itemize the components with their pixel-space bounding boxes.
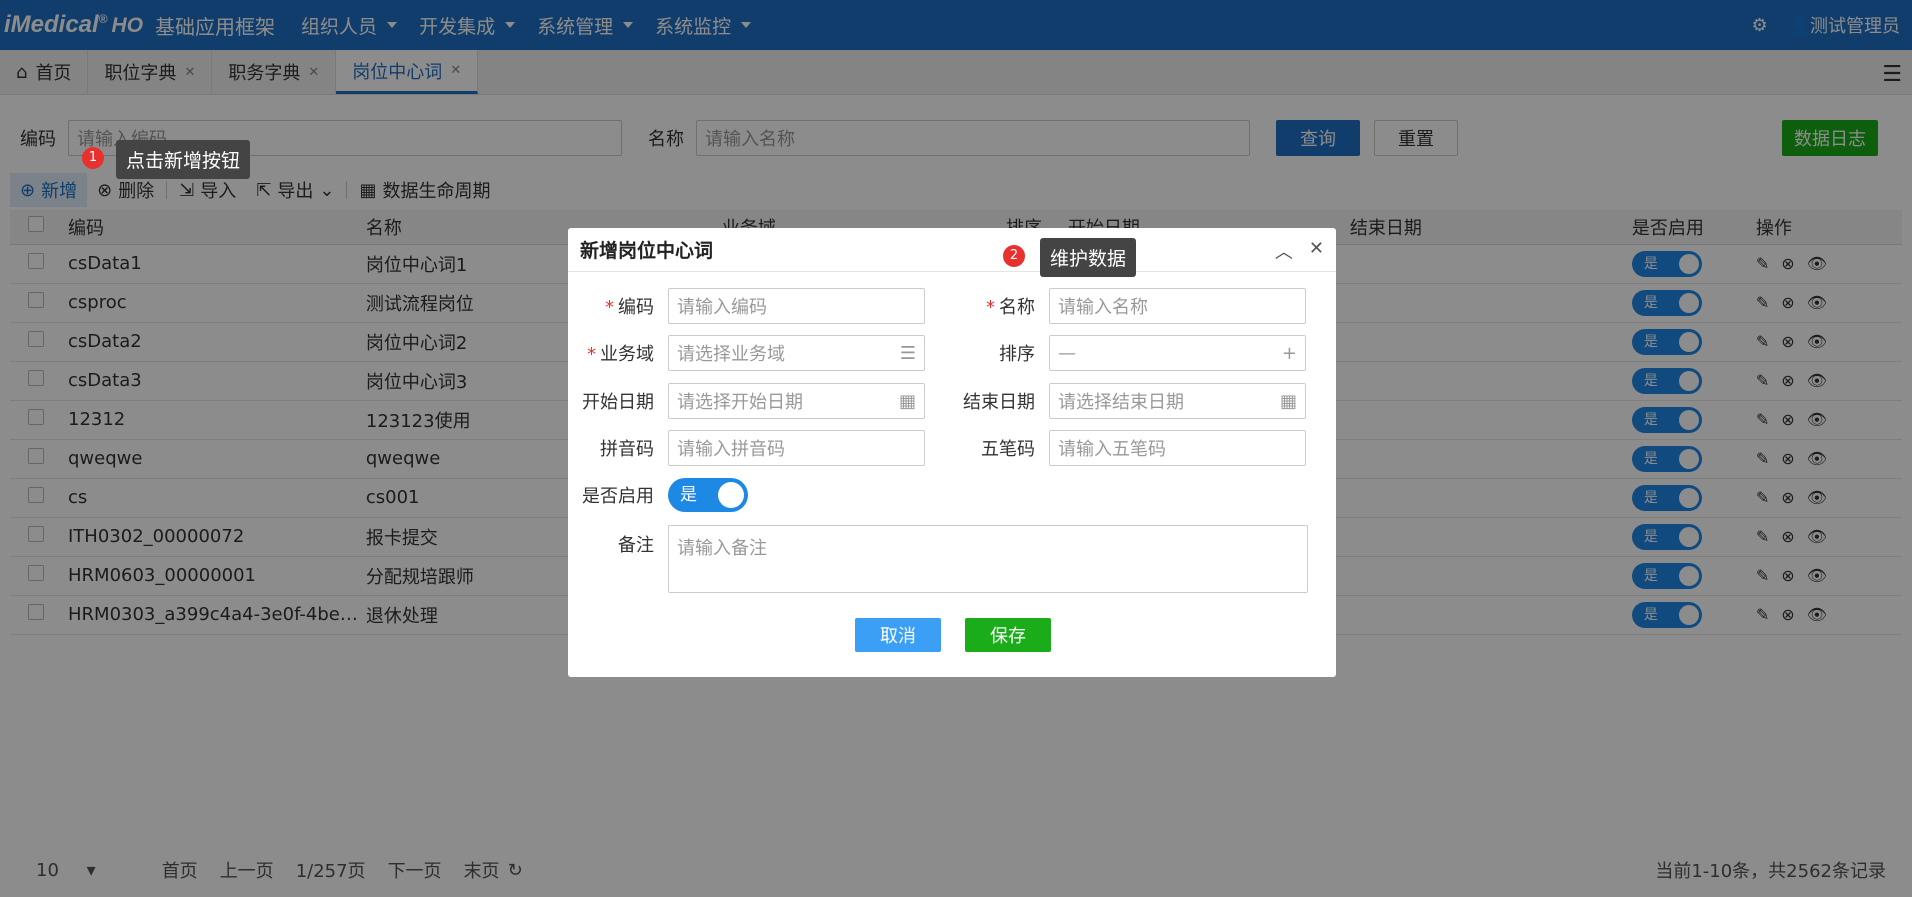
domain-placeholder: 请选择业务域	[677, 344, 785, 365]
name-field-label: * 名称	[949, 293, 1049, 319]
code-field-label-text: 编码	[618, 297, 654, 318]
dialog-controls: ︿ ✕	[1275, 238, 1324, 264]
name-field-label-text: 名称	[999, 297, 1035, 318]
cancel-button[interactable]: 取消	[855, 618, 941, 652]
dialog-title: 新增岗位中心词	[580, 240, 714, 262]
required-marker: *	[605, 297, 614, 318]
end-date-label: 结束日期	[963, 392, 1035, 413]
code-field-row: * 编码 请输入编码	[568, 288, 925, 324]
code-field-label: * 编码	[568, 293, 668, 319]
sort-stepper[interactable]: — +	[1049, 335, 1306, 371]
domain-select[interactable]: 请选择业务域 ☰	[668, 335, 925, 371]
enabled-label: 是否启用	[582, 486, 654, 507]
pinyin-label: 拼音码	[600, 439, 654, 460]
start-date-picker[interactable]: 请选择开始日期 ▦	[668, 383, 925, 419]
wubi-row: 五笔码 请输入五笔码	[949, 430, 1306, 466]
sort-field-row: 排序 — +	[949, 335, 1306, 371]
calendar-icon: ▦	[898, 390, 916, 412]
dialog-header: 新增岗位中心词	[568, 228, 1336, 272]
start-date-label: 开始日期	[582, 392, 654, 413]
collapse-icon[interactable]: ︿	[1275, 238, 1293, 264]
save-button[interactable]: 保存	[965, 618, 1051, 652]
enabled-row: 是否启用 是	[568, 478, 748, 512]
remark-label: 备注	[618, 535, 654, 556]
hint-tooltip-maintain: 维护数据	[1040, 238, 1137, 277]
remark-row: 备注 请输入备注	[568, 525, 1308, 593]
step-badge-2: 2	[1003, 245, 1025, 267]
end-date-row: 结束日期 请选择结束日期 ▦	[949, 383, 1306, 419]
pinyin-row: 拼音码 请输入拼音码	[568, 430, 925, 466]
required-marker: *	[587, 344, 596, 365]
minus-icon[interactable]: —	[1058, 343, 1076, 364]
enabled-toggle[interactable]: 是	[668, 478, 748, 512]
add-post-term-dialog: 新增岗位中心词 ︿ ✕ * 编码 请输入编码 * 名称 请输入名称 * 业务域 请选择…	[568, 228, 1336, 677]
pinyin-field[interactable]: 请输入拼音码	[668, 430, 925, 466]
plus-icon[interactable]: +	[1282, 343, 1297, 364]
end-date-placeholder: 请选择结束日期	[1058, 392, 1184, 413]
remark-textarea[interactable]: 请输入备注	[668, 525, 1308, 593]
domain-field-label: * 业务域	[568, 340, 668, 366]
start-date-row: 开始日期 请选择开始日期 ▦	[568, 383, 925, 419]
step-badge-1: 1	[82, 147, 104, 169]
required-marker: *	[986, 297, 995, 318]
sort-field-label: 排序	[999, 344, 1035, 365]
domain-field-label-text: 业务域	[600, 344, 654, 365]
end-date-picker[interactable]: 请选择结束日期 ▦	[1049, 383, 1306, 419]
list-icon: ☰	[899, 342, 916, 364]
code-field[interactable]: 请输入编码	[668, 288, 925, 324]
name-field[interactable]: 请输入名称	[1049, 288, 1306, 324]
close-icon[interactable]: ✕	[1309, 238, 1324, 264]
name-field-row: * 名称 请输入名称	[949, 288, 1306, 324]
wubi-field[interactable]: 请输入五笔码	[1049, 430, 1306, 466]
calendar-icon: ▦	[1279, 390, 1297, 412]
wubi-label: 五笔码	[981, 439, 1035, 460]
start-date-placeholder: 请选择开始日期	[677, 392, 803, 413]
domain-field-row: * 业务域 请选择业务域 ☰	[568, 335, 925, 371]
hint-tooltip-add: 点击新增按钮	[116, 140, 251, 179]
